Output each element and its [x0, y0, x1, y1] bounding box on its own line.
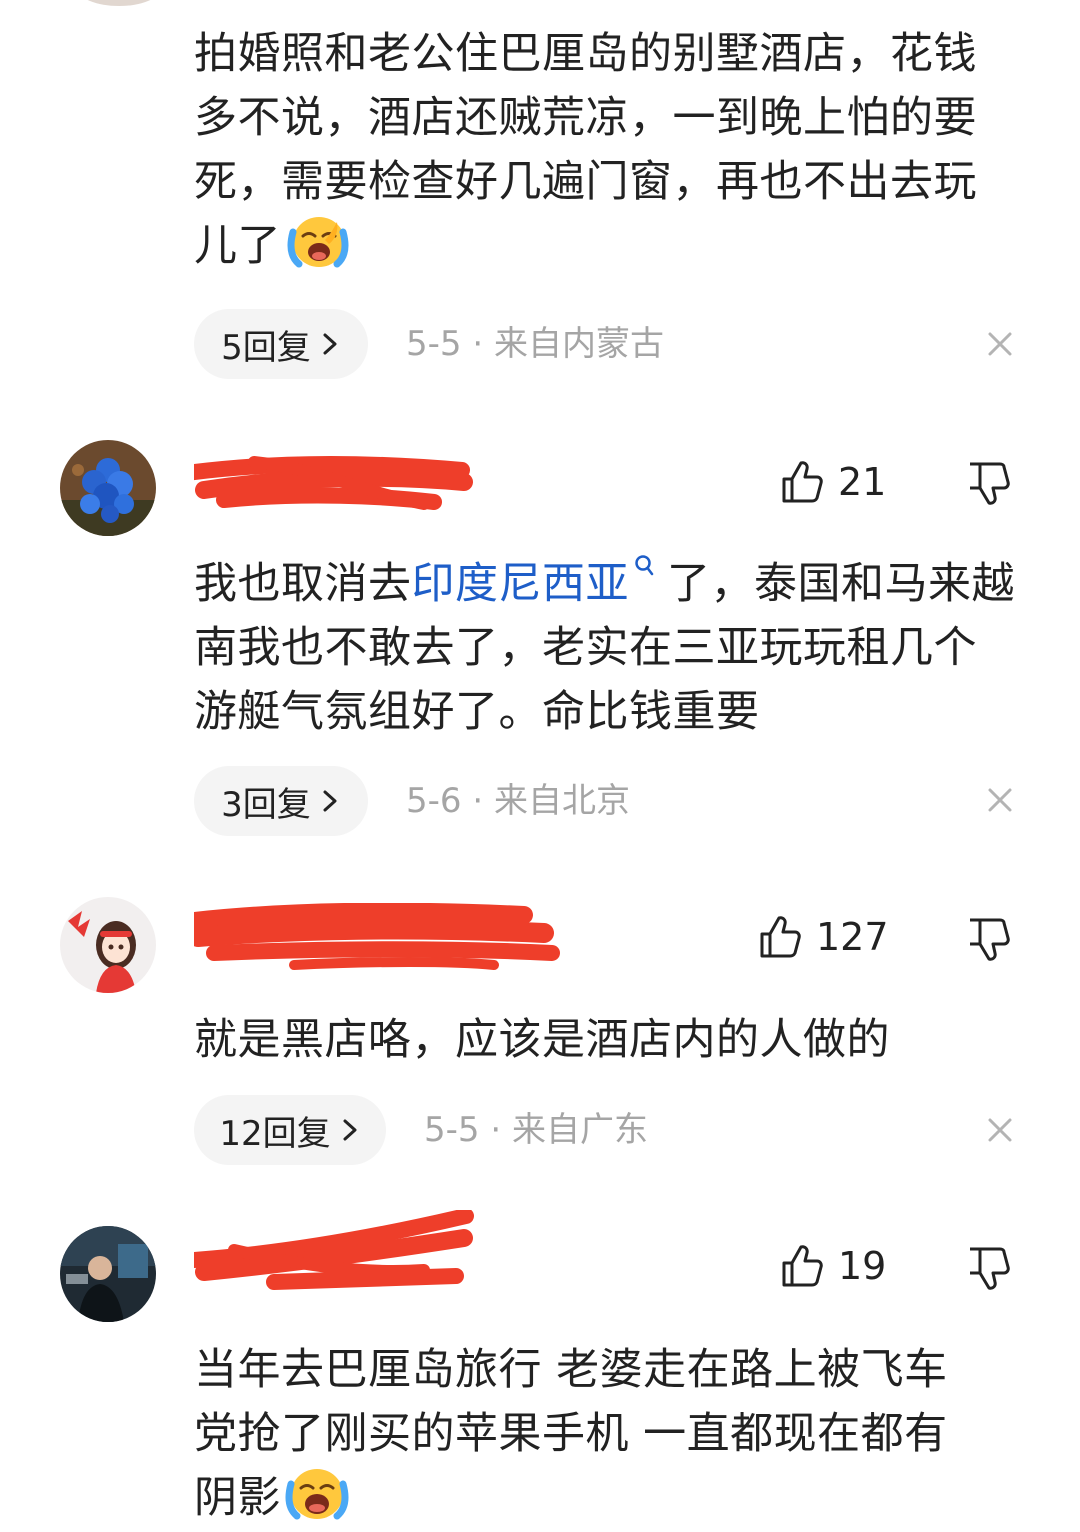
comment-1-replies-button[interactable]: 5回复 [194, 309, 368, 379]
crying-face-emoji-icon [287, 217, 349, 268]
comment-2-meta: 5-6 · 来自北京 [406, 780, 630, 822]
comment-3-meta: 5-5 · 来自广东 [424, 1109, 648, 1151]
redaction-scribble [194, 456, 473, 510]
meta-separator: · [461, 324, 494, 364]
comment-1-close-icon[interactable] [982, 326, 1018, 362]
comment-2-avatar[interactable] [60, 440, 156, 536]
comment-2-replies-button[interactable]: 3回复 [194, 766, 368, 836]
comment-2-text-before: 我也取消去 [194, 559, 412, 609]
comment-3-like-button[interactable]: 127 [758, 907, 889, 967]
comment-2-replies-label: 3回复 [221, 784, 311, 825]
thumbs-up-icon [782, 461, 823, 503]
comment-3-replies-label: 12回复 [219, 1113, 331, 1154]
comment-2-like-count: 21 [838, 460, 887, 504]
comment-1-replies-label: 5回复 [221, 327, 311, 368]
comment-4-username[interactable] [194, 1210, 479, 1300]
comment-4-like-count: 19 [838, 1244, 887, 1288]
chevron-right-icon [323, 333, 337, 355]
comment-2-date: 5-6 [406, 781, 462, 821]
crying-face-emoji-icon [285, 1469, 349, 1520]
comment-1-location: 来自内蒙古 [493, 324, 664, 364]
comment-1-meta: 5-5 · 来自内蒙古 [406, 323, 664, 365]
comment-1-date: 5-5 [406, 324, 462, 364]
comment-4-dislike-icon[interactable] [966, 1245, 1012, 1291]
comment-3-location: 来自广东 [511, 1110, 648, 1150]
comment-2-dislike-icon[interactable] [966, 460, 1012, 506]
thumbs-up-icon [782, 1245, 823, 1287]
comment-3-date: 5-5 [424, 1110, 480, 1150]
comment-3-dislike-icon[interactable] [966, 916, 1012, 962]
comment-2-avatar-image [60, 440, 156, 536]
comment-2-location: 来自北京 [493, 781, 630, 821]
comment-3-username[interactable] [194, 903, 564, 973]
comment-1-text-block: 拍婚照和老公住巴厘岛的别墅酒店，花钱多不说，酒店还贼荒凉，一到晚上怕的要死，需要… [194, 22, 1016, 278]
chevron-right-icon [343, 1119, 357, 1141]
comment-4-text-block: 当年去巴厘岛旅行 老婆走在路上被飞车党抢了刚买的苹果手机 一直都现在都有阴影 [194, 1338, 984, 1530]
comment-4-avatar-image [60, 1226, 156, 1322]
comment-2-close-icon[interactable] [982, 782, 1018, 818]
chevron-right-icon [323, 790, 337, 812]
meta-separator: · [479, 1110, 512, 1150]
comment-3-like-count: 127 [816, 915, 889, 959]
previous-avatar-remnant [78, 0, 160, 6]
search-icon [635, 555, 654, 576]
comment-2-like-button[interactable]: 21 [780, 452, 886, 512]
meta-separator: · [461, 781, 494, 821]
topic-link-indonesia[interactable]: 印度尼西亚 [412, 559, 630, 609]
comment-3-close-icon[interactable] [982, 1112, 1018, 1148]
comment-2-text-block: 我也取消去印度尼西亚 了，泰国和马来越南我也不敢去了，老实在三亚玩玩租几个游艇气… [194, 552, 1016, 744]
comment-3-text-block: 就是黑店咯，应该是酒店内的人做的 [194, 1008, 1016, 1072]
comment-4-like-button[interactable]: 19 [780, 1236, 886, 1296]
thumbs-up-icon [760, 916, 801, 958]
comment-3-avatar-image [60, 897, 156, 993]
comment-3-avatar[interactable] [60, 897, 156, 993]
comment-3-text: 就是黑店咯，应该是酒店内的人做的 [194, 1015, 890, 1065]
comment-2-username[interactable] [194, 448, 474, 518]
comment-4-avatar[interactable] [60, 1226, 156, 1322]
comment-3-replies-button[interactable]: 12回复 [194, 1095, 386, 1165]
redaction-scribble [194, 903, 560, 970]
redaction-scribble [194, 1210, 474, 1290]
